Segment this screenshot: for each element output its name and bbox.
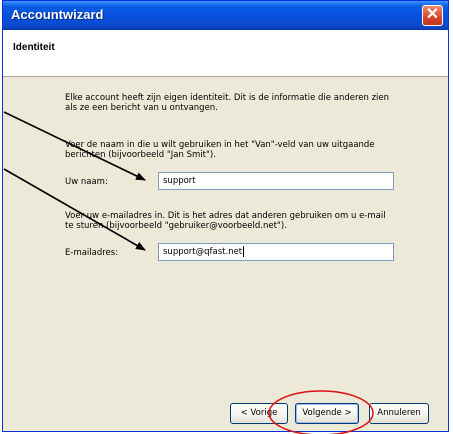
email-field[interactable]: support@qfast.net — [158, 243, 394, 261]
email-label: E-mailadres: — [65, 248, 119, 258]
email-help-line-2: te sturen (bijvoorbeeld "gebruiker@voorb… — [65, 221, 287, 231]
intro-text: Elke account heeft zijn eigen identiteit… — [65, 93, 389, 113]
page-header: Identiteit — [3, 30, 448, 77]
name-field[interactable]: support — [158, 172, 394, 190]
name-help-line-1: Voer de naam in die u wilt gebruiken in … — [65, 140, 375, 150]
name-label: Uw naam: — [65, 177, 108, 187]
email-help-text: Voer uw e-mailadres in. Dit is het adres… — [65, 211, 386, 231]
cancel-button[interactable]: Annuleren — [369, 403, 429, 424]
back-button[interactable]: < Vorige — [230, 403, 288, 424]
email-value: support@qfast.net — [163, 247, 243, 257]
page-title: Identiteit — [13, 42, 55, 53]
text-caret — [243, 246, 245, 257]
title-bar[interactable]: Accountwizard ✕ — [3, 1, 448, 30]
name-help-line-2: berichten (bijvoorbeeld "Jan Smit"). — [65, 150, 216, 160]
intro-line-1: Elke account heeft zijn eigen identiteit… — [65, 93, 390, 103]
close-icon[interactable]: ✕ — [422, 5, 443, 26]
intro-line-2: als ze een bericht van u ontvangen. — [65, 103, 218, 113]
account-wizard-window: Accountwizard ✕ Identiteit Elke account … — [2, 0, 449, 432]
next-button[interactable]: Volgende > — [295, 403, 359, 424]
email-help-line-1: Voer uw e-mailadres in. Dit is het adres… — [65, 211, 386, 221]
window-title: Accountwizard — [11, 7, 104, 22]
name-help-text: Voer de naam in die u wilt gebruiken in … — [65, 140, 375, 160]
